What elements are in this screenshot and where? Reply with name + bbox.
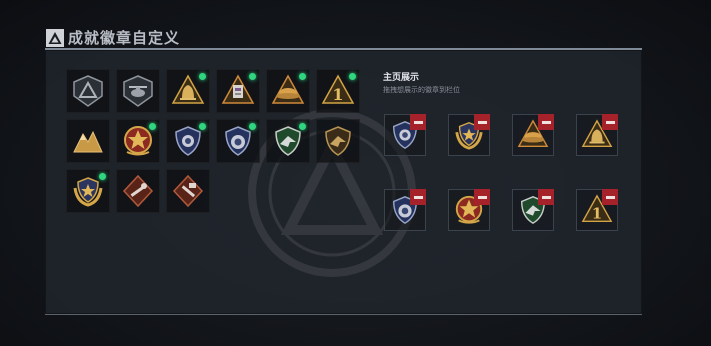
remove-badge-button[interactable] (538, 189, 554, 205)
svg-text:1: 1 (332, 85, 343, 104)
badge-green-eagle[interactable] (266, 119, 310, 163)
badge-hat-gold[interactable] (266, 69, 310, 113)
display-slot-2[interactable] (448, 114, 490, 156)
badge-wreath-shield[interactable] (66, 169, 110, 213)
remove-badge-button[interactable] (602, 114, 618, 130)
display-slot-4[interactable] (576, 114, 618, 156)
page-title: 成就徽章自定义 (68, 29, 181, 47)
display-slot-6[interactable] (448, 189, 490, 231)
remove-badge-button[interactable] (474, 114, 490, 130)
new-indicator (149, 123, 156, 130)
delta-emblem-icon (46, 28, 64, 47)
showcase-title: 主页展示 (383, 73, 420, 83)
remove-badge-button[interactable] (602, 189, 618, 205)
display-slot-3[interactable] (512, 114, 554, 156)
display-slot-5[interactable] (384, 189, 426, 231)
new-indicator (99, 173, 106, 180)
badge-star-medal[interactable] (116, 119, 160, 163)
badge-helicopter[interactable] (116, 69, 160, 113)
delta-badge-icon (73, 75, 103, 107)
badge-card-orange[interactable] (216, 69, 260, 113)
display-slot-1[interactable] (384, 114, 426, 156)
helicopter-badge-icon (123, 75, 153, 107)
page-header: 成就徽章自定义 (46, 27, 180, 48)
new-indicator (349, 73, 356, 80)
badge-red-wrench[interactable] (116, 169, 160, 213)
remove-badge-button[interactable] (538, 114, 554, 130)
display-slot-7[interactable] (512, 189, 554, 231)
showcase-subtitle: 拖拽想展示的徽章到栏位 (383, 86, 460, 94)
badge-police-shield[interactable] (166, 119, 210, 163)
new-indicator (299, 73, 306, 80)
badge-mountains-gold[interactable] (66, 119, 110, 163)
badge-delta-gray[interactable] (66, 69, 110, 113)
mountain-badge-icon (73, 130, 103, 153)
remove-badge-button[interactable] (410, 114, 426, 130)
badge-number-one[interactable]: 1 (316, 69, 360, 113)
hammer-badge-icon (172, 174, 204, 208)
badge-police-shield-2[interactable] (216, 119, 260, 163)
svg-text:1: 1 (592, 204, 602, 222)
new-indicator (199, 73, 206, 80)
badge-gold-eagle[interactable] (316, 119, 360, 163)
badge-bell-gold[interactable] (166, 69, 210, 113)
wrench-badge-icon (122, 174, 154, 208)
new-indicator (249, 73, 256, 80)
new-indicator (199, 123, 206, 130)
gold-eagle-badge-icon (325, 126, 351, 156)
badge-red-hammer[interactable] (166, 169, 210, 213)
display-slot-8[interactable]: 1 (576, 189, 618, 231)
remove-badge-button[interactable] (410, 189, 426, 205)
remove-badge-button[interactable] (474, 189, 490, 205)
new-indicator (249, 123, 256, 130)
new-indicator (299, 123, 306, 130)
